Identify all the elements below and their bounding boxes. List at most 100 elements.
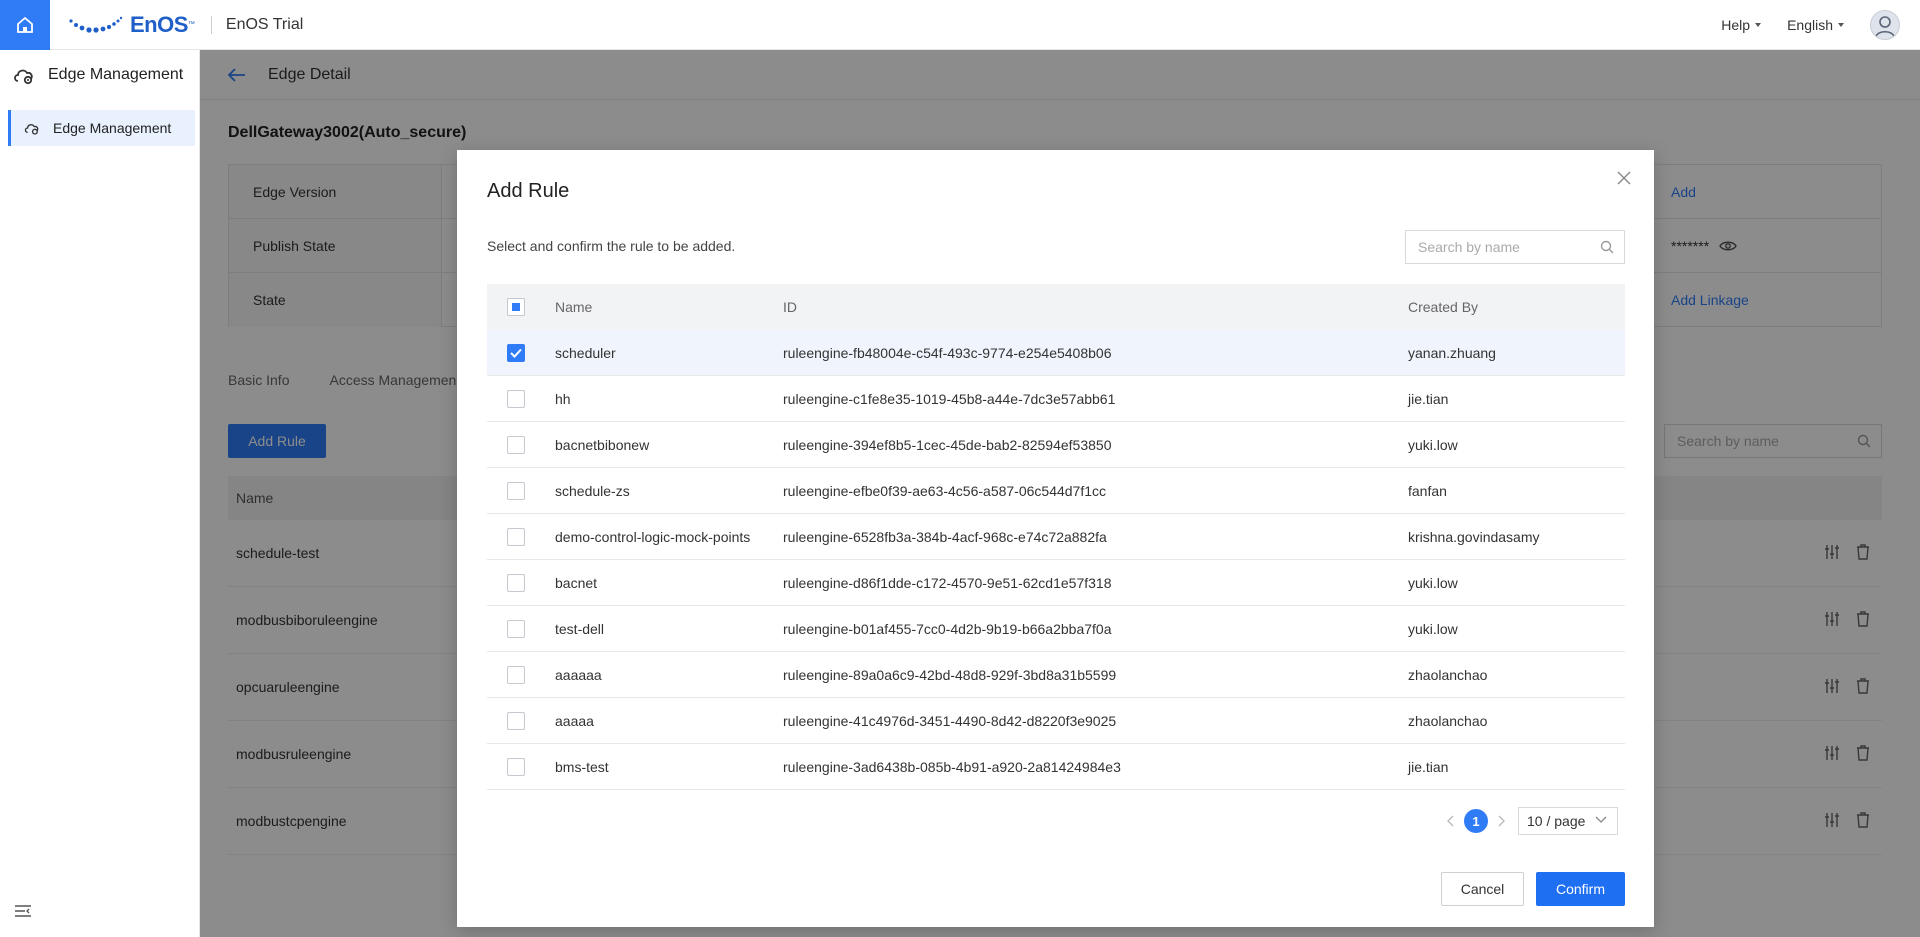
- rule-name: schedule-zs: [555, 482, 630, 499]
- table-row[interactable]: aaaaa ruleengine-41c4976d-3451-4490-8d42…: [487, 698, 1625, 744]
- search-input[interactable]: [1418, 239, 1588, 255]
- rule-name: bacnetbibonew: [555, 436, 650, 453]
- rule-id: ruleengine-efbe0f39-ae63-4c56-a587-06c54…: [783, 482, 1107, 499]
- sidebar-item-edge-management[interactable]: Edge Management: [8, 110, 195, 146]
- header-check-cell: [487, 298, 555, 316]
- language-menu[interactable]: English: [1787, 17, 1844, 33]
- sidebar: Edge Management Edge Management: [0, 50, 200, 937]
- rule-id: ruleengine-394ef8b5-1cec-45de-bab2-82594…: [783, 436, 1112, 453]
- prev-page-button[interactable]: [1442, 809, 1460, 833]
- rule-table-header: Name ID Created By: [487, 284, 1625, 330]
- search-icon: [1600, 240, 1614, 254]
- table-row[interactable]: schedule-zs ruleengine-efbe0f39-ae63-4c5…: [487, 468, 1625, 514]
- close-icon: [1617, 171, 1631, 185]
- user-icon: [1875, 16, 1895, 37]
- help-label: Help: [1721, 17, 1751, 33]
- row-checkbox[interactable]: [507, 665, 525, 684]
- chevron-right-icon: [1498, 815, 1505, 827]
- column-header-name: Name: [555, 299, 593, 315]
- confirm-button[interactable]: Confirm: [1536, 872, 1625, 906]
- rule-created-by: yuki.low: [1408, 436, 1458, 453]
- edge-cloud-icon: [24, 124, 39, 135]
- rule-created-by: jie.tian: [1408, 758, 1449, 775]
- row-check-cell: [487, 619, 555, 638]
- rule-name: scheduler: [555, 344, 616, 361]
- rule-name: aaaaa: [555, 712, 594, 729]
- next-page-button[interactable]: [1492, 809, 1510, 833]
- indeterminate-mark: [512, 303, 520, 311]
- rule-id: ruleengine-3ad6438b-085b-4b91-a920-2a814…: [783, 758, 1121, 775]
- table-row[interactable]: aaaaaa ruleengine-89a0a6c9-42bd-48d8-929…: [487, 652, 1625, 698]
- brand-name: EnOS Trial: [225, 15, 304, 33]
- enos-logo[interactable]: EnOS ™: [68, 0, 195, 50]
- add-rule-modal: Add Rule Select and confirm the rule to …: [457, 150, 1654, 927]
- row-check-cell: [487, 389, 555, 408]
- help-menu[interactable]: Help: [1721, 17, 1762, 33]
- sidebar-item-label: Edge Management: [53, 120, 172, 136]
- row-checkbox[interactable]: [507, 573, 525, 592]
- rule-id: ruleengine-c1fe8e35-1019-45b8-a44e-7dc3e…: [783, 390, 1116, 407]
- rule-name: demo-control-logic-mock-points: [555, 528, 751, 545]
- row-checkbox[interactable]: [507, 619, 525, 638]
- rule-created-by: krishna.govindasamy: [1408, 528, 1540, 545]
- row-check-cell: [487, 711, 555, 730]
- chevron-down-icon: [1595, 816, 1607, 823]
- rule-name: test-dell: [555, 620, 605, 637]
- table-row[interactable]: scheduler ruleengine-fb48004e-c54f-493c-…: [487, 330, 1625, 376]
- page-number-current[interactable]: 1: [1464, 809, 1488, 833]
- brand-divider: [210, 15, 212, 34]
- caret-down-icon: [1838, 23, 1844, 27]
- row-checkbox[interactable]: [507, 389, 525, 408]
- pagination: 1 10 / page: [1442, 807, 1618, 835]
- home-button[interactable]: [0, 0, 50, 50]
- row-check-cell: [487, 527, 555, 546]
- table-row[interactable]: test-dell ruleengine-b01af455-7cc0-4d2b-…: [487, 606, 1625, 652]
- row-checkbox[interactable]: [507, 343, 525, 362]
- rule-id: ruleengine-41c4976d-3451-4490-8d42-d8220…: [783, 712, 1117, 729]
- rule-created-by: yuki.low: [1408, 574, 1458, 591]
- column-header-created-by: Created By: [1408, 299, 1479, 315]
- row-checkbox[interactable]: [507, 435, 525, 454]
- logo-trademark: ™: [187, 21, 195, 28]
- rule-id: ruleengine-6528fb3a-384b-4acf-968c-e74c7…: [783, 528, 1107, 545]
- sidebar-title-text: Edge Management: [48, 66, 184, 83]
- checkmark-icon: [510, 348, 522, 358]
- select-all-checkbox[interactable]: [507, 298, 525, 316]
- table-row[interactable]: demo-control-logic-mock-points ruleengin…: [487, 514, 1625, 560]
- table-row[interactable]: bacnet ruleengine-d86f1dde-c172-4570-9e5…: [487, 560, 1625, 606]
- rule-name: hh: [555, 390, 571, 407]
- table-row[interactable]: bacnetbibonew ruleengine-394ef8b5-1cec-4…: [487, 422, 1625, 468]
- table-row[interactable]: hh ruleengine-c1fe8e35-1019-45b8-a44e-7d…: [487, 376, 1625, 422]
- close-button[interactable]: [1614, 168, 1634, 188]
- rule-id: ruleengine-b01af455-7cc0-4d2b-9b19-b66a2…: [783, 620, 1112, 637]
- table-row[interactable]: bms-test ruleengine-3ad6438b-085b-4b91-a…: [487, 744, 1625, 790]
- rule-created-by: yanan.zhuang: [1408, 344, 1496, 361]
- search-input-wrapper: [1405, 230, 1625, 264]
- rule-id: ruleengine-fb48004e-c54f-493c-9774-e254e…: [783, 344, 1112, 361]
- row-checkbox[interactable]: [507, 711, 525, 730]
- column-header-id: ID: [783, 299, 797, 315]
- logo-text: EnOS: [130, 11, 188, 37]
- user-avatar[interactable]: [1870, 10, 1900, 40]
- row-check-cell: [487, 665, 555, 684]
- language-label: English: [1787, 17, 1833, 33]
- row-checkbox[interactable]: [507, 527, 525, 546]
- home-icon: [17, 16, 33, 33]
- row-check-cell: [487, 573, 555, 592]
- row-checkbox[interactable]: [507, 757, 525, 776]
- page-size-value: 10 / page: [1527, 813, 1586, 829]
- topbar-right: Help English: [1721, 0, 1900, 50]
- cancel-button[interactable]: Cancel: [1441, 872, 1524, 906]
- chevron-left-icon: [1447, 815, 1454, 827]
- rule-created-by: zhaolanchao: [1408, 666, 1488, 683]
- row-checkbox[interactable]: [507, 481, 525, 500]
- rule-name: bms-test: [555, 758, 609, 775]
- page-size-select[interactable]: 10 / page: [1518, 807, 1618, 835]
- row-check-cell: [487, 343, 555, 362]
- row-check-cell: [487, 481, 555, 500]
- sidebar-title: Edge Management: [0, 50, 199, 100]
- collapse-sidebar-icon[interactable]: [14, 904, 32, 921]
- rule-created-by: zhaolanchao: [1408, 712, 1488, 729]
- rule-name: bacnet: [555, 574, 598, 591]
- rule-created-by: yuki.low: [1408, 620, 1458, 637]
